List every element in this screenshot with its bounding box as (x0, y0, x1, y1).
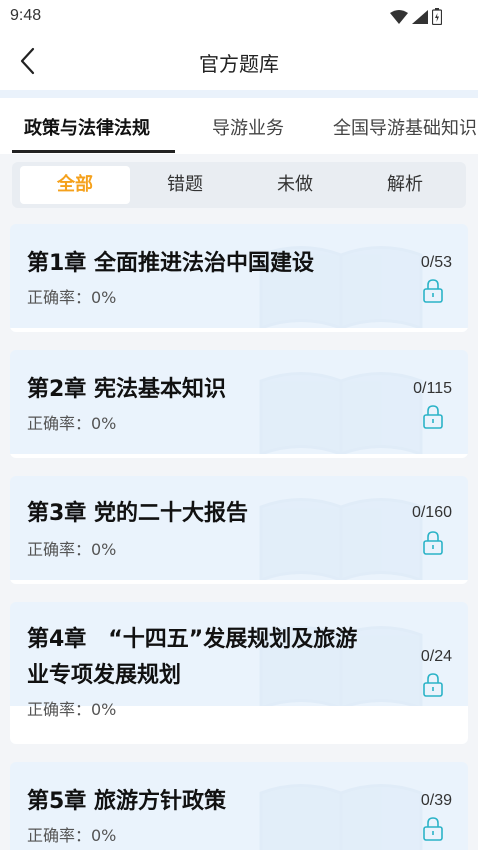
lock-icon (423, 531, 443, 555)
filter-undone[interactable]: 未做 (240, 166, 350, 204)
card-bottom-strip (10, 328, 468, 332)
lock-icon (423, 817, 443, 841)
tab-basic-knowledge[interactable]: 全国导游基础知识 (333, 114, 477, 140)
chapter-progress: 0/160 (411, 504, 452, 521)
page-title: 官方题库 (199, 52, 279, 76)
chapter-card[interactable]: 第3章 党的二十大报告 正确率：0% 0/160 (10, 476, 468, 584)
chapter-title: 第3章 党的二十大报告 (27, 501, 248, 526)
chapter-accuracy: 正确率：0% (27, 826, 117, 845)
chapter-title: 第5章 旅游方针政策 (27, 789, 226, 814)
filter-all[interactable]: 全部 (20, 166, 130, 204)
chapter-title-line1: 第4章 “十四五”发展规划及旅游 (27, 627, 358, 652)
filter-bar: 全部 错题 未做 解析 (12, 162, 466, 208)
tab-policy-law[interactable]: 政策与法律法规 (24, 114, 150, 140)
tab-indicator (12, 150, 175, 153)
book-watermark-icon (259, 498, 423, 582)
lock-icon (423, 673, 443, 697)
chapter-title: 第1章 全面推进法治中国建设 (27, 251, 314, 276)
chapter-progress: 0/115 (413, 380, 452, 397)
chapter-progress: 0/53 (420, 254, 452, 271)
chapter-card[interactable]: 第5章 旅游方针政策 正确率：0% 0/39 (10, 762, 468, 850)
card-bottom-strip (10, 454, 468, 458)
chapter-progress: 0/39 (420, 792, 452, 809)
chapter-accuracy: 正确率：0% (27, 540, 117, 559)
chapter-card[interactable]: 第4章 “十四五”发展规划及旅游 业专项发展规划 正确率：0% 0/24 (10, 602, 468, 744)
card-bottom-strip (10, 580, 468, 584)
chapter-accuracy: 正确率：0% (27, 414, 117, 433)
wifi-icon (390, 9, 408, 24)
tab-guide-business[interactable]: 导游业务 (212, 114, 284, 140)
lock-icon (423, 279, 443, 303)
header: 官方题库 (0, 34, 478, 90)
book-watermark-icon (259, 372, 423, 456)
book-watermark-icon (259, 784, 423, 850)
status-icons (390, 8, 442, 25)
chapter-card[interactable]: 第1章 全面推进法治中国建设 正确率：0% 0/53 (10, 224, 468, 332)
filter-wrong[interactable]: 错题 (130, 166, 240, 204)
lock-icon (423, 405, 443, 429)
chapter-accuracy: 正确率：0% (27, 700, 117, 719)
chapter-title-line2: 业专项发展规划 (27, 663, 182, 688)
chapter-accuracy: 正确率：0% (27, 288, 117, 307)
status-bar: 9:48 (0, 0, 478, 34)
chapter-card[interactable]: 第2章 宪法基本知识 正确率：0% 0/115 (10, 350, 468, 458)
category-tabs: 政策与法律法规 导游业务 全国导游基础知识 (0, 98, 478, 154)
battery-icon (432, 8, 442, 25)
status-time: 9:48 (10, 7, 42, 24)
chapter-title: 第2章 宪法基本知识 (27, 377, 226, 402)
signal-icon (412, 9, 428, 24)
header-divider (0, 90, 478, 98)
filter-analysis[interactable]: 解析 (350, 166, 460, 204)
chapter-progress: 0/24 (420, 648, 452, 665)
